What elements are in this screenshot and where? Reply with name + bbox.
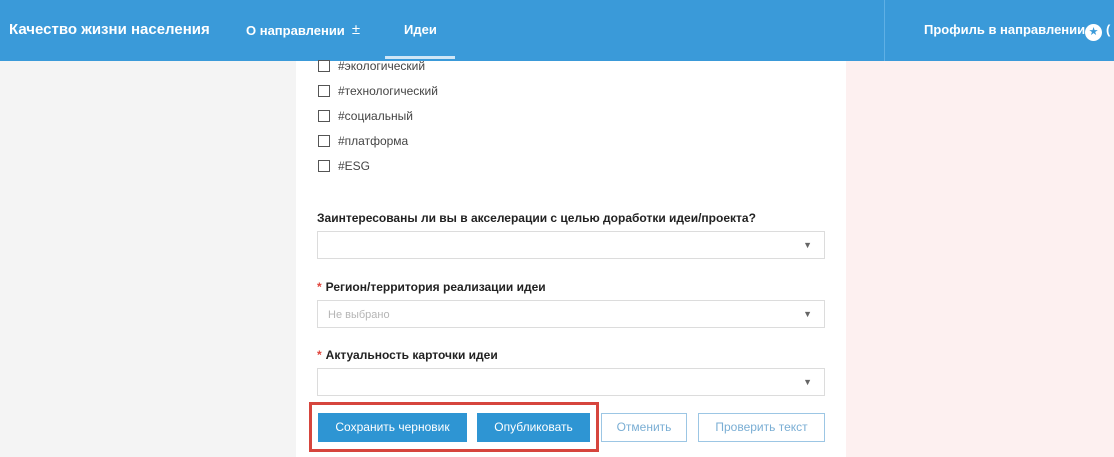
checkbox[interactable] [318,60,330,72]
tag-label: #технологический [338,84,438,98]
nav-ideas[interactable]: Идеи [404,22,437,37]
checkbox[interactable] [318,160,330,172]
required-mark: * [317,280,322,294]
acceleration-label: Заинтересованы ли вы в акселерации с цел… [317,211,756,225]
top-navigation-bar: Качество жизни населения О направлении ± … [0,0,1114,61]
chevron-down-icon: ▼ [803,309,812,319]
acceleration-select[interactable]: ▼ [317,231,825,259]
plus-minus-icon[interactable]: ± [352,21,360,38]
tag-checkbox-technological[interactable]: #технологический [318,83,438,99]
chevron-down-icon: ▼ [803,377,812,387]
right-side-panel [846,61,1114,457]
tag-label: #экологический [338,59,426,73]
highlight-annotation-box [309,402,599,452]
region-placeholder: Не выбрано [328,309,390,321]
brand-title[interactable]: Качество жизни населения [9,21,210,38]
checkbox[interactable] [318,110,330,122]
nav-profile[interactable]: Профиль в направлении [924,22,1085,37]
tag-label: #платформа [338,134,409,148]
checkbox[interactable] [318,85,330,97]
tag-checkbox-social[interactable]: #социальный [318,108,413,124]
tag-label: #ESG [338,159,371,173]
nav-about[interactable]: О направлении ± [246,21,360,39]
relevance-select[interactable]: ▼ [317,368,825,396]
tag-checkbox-esg[interactable]: #ESG [318,158,370,174]
cut-off-header-item: ( [1106,22,1111,37]
tag-label: #социальный [338,109,413,123]
star-icon[interactable]: ★ [1085,24,1102,41]
header-divider [884,0,885,61]
cancel-button[interactable]: Отменить [601,413,687,442]
checkbox[interactable] [318,135,330,147]
region-label: * Регион/территория реализации идеи [317,280,546,294]
region-select[interactable]: Не выбрано ▼ [317,300,825,328]
relevance-label-text: Актуальность карточки идеи [325,348,498,362]
nav-about-label: О направлении [246,23,345,38]
check-text-button[interactable]: Проверить текст [698,413,825,442]
required-mark: * [317,348,322,362]
chevron-down-icon: ▼ [803,240,812,250]
tag-checkbox-platform[interactable]: #платформа [318,133,408,149]
region-label-text: Регион/территория реализации идеи [325,280,546,294]
tag-checkbox-ecological[interactable]: #экологический [318,58,425,74]
relevance-label: * Актуальность карточки идеи [317,348,498,362]
